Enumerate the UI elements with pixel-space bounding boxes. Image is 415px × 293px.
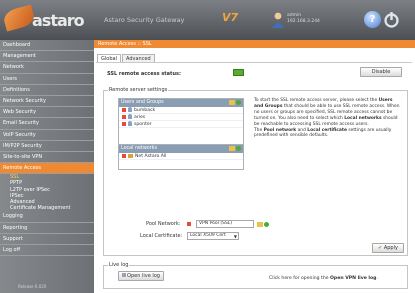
server-settings-legend: Remote server settings	[108, 87, 169, 93]
remove-icon[interactable]	[122, 153, 126, 158]
network-icon	[128, 153, 133, 158]
local-networks-box: Local networks Net Astaro All	[118, 144, 244, 170]
breadcrumb: Remote Access :: SSL	[94, 40, 415, 48]
sidebar-item-users[interactable]: Users	[0, 74, 94, 85]
user-list-item[interactable]: bumback	[119, 107, 243, 114]
sidebar-item-management[interactable]: Management	[0, 51, 94, 63]
sidebar-item-dashboard[interactable]: Dashboard	[0, 40, 94, 52]
sidebar-item-support[interactable]: Support	[0, 234, 94, 246]
check-icon: ✔	[378, 245, 383, 251]
sidebar-item-email-security[interactable]: Email Security	[0, 118, 94, 130]
live-log-legend: Live log	[108, 262, 130, 268]
sidebar-item-remote-access[interactable]: Remote Access	[0, 163, 94, 175]
folder-icon[interactable]	[229, 100, 235, 105]
local-certificate-label: Local Certificate:	[140, 233, 183, 239]
sidebar-item-network[interactable]: Network	[0, 62, 94, 74]
sidebar-item-network-security[interactable]: Network Security	[0, 96, 94, 108]
remove-icon[interactable]	[122, 114, 126, 119]
tab-global[interactable]: Global	[97, 54, 121, 62]
add-icon[interactable]	[236, 146, 241, 151]
entry-label: Net Astaro All	[135, 154, 167, 159]
user-icon[interactable]	[272, 12, 284, 28]
product-name: Astaro Security Gateway	[104, 16, 185, 24]
logout-icon[interactable]	[384, 11, 399, 28]
users-groups-box: Users and Groups bumback aries sponter	[118, 98, 244, 150]
live-log-text: Click here for opening the Open VPN live…	[269, 276, 378, 281]
brand-logo-icon	[1, 4, 37, 32]
tab-advanced[interactable]: Advanced	[122, 54, 155, 62]
remove-icon[interactable]	[122, 121, 126, 126]
sidebar-item-im-p2p-security[interactable]: IM/P2P Security	[0, 141, 94, 152]
remove-icon[interactable]	[187, 222, 191, 226]
user-list-item[interactable]: sponter	[119, 121, 243, 128]
chevron-down-icon: ▼	[233, 234, 237, 239]
user-icon	[128, 114, 132, 119]
disable-button[interactable]: Disable	[360, 67, 402, 77]
brand-logo: astaro	[32, 11, 85, 30]
product-version: V7	[222, 11, 239, 24]
help-icon[interactable]: ?	[364, 11, 381, 28]
add-icon[interactable]	[264, 222, 269, 227]
log-icon	[122, 273, 127, 277]
local-networks-title: Local networks	[121, 146, 157, 151]
local-certificate-select[interactable]: Local X509 Cert ▼	[187, 232, 239, 240]
folder-icon[interactable]	[257, 222, 263, 227]
pool-network-label: Pool Network:	[146, 221, 181, 227]
pool-network-field[interactable]: VPN Pool (SSL)	[196, 220, 254, 228]
user-icon	[128, 107, 132, 112]
entry-label: aries	[134, 115, 146, 120]
top-bar: astaro Astaro Security Gateway V7 admin …	[0, 0, 415, 40]
entry-label: bumback	[134, 108, 156, 113]
user-list-item[interactable]: aries	[119, 114, 243, 121]
open-live-log-label: Open live log	[127, 273, 160, 279]
open-live-log-button[interactable]: Open live log	[118, 271, 164, 281]
user-icon	[128, 121, 132, 126]
sidebar-item-site-to-site-vpn[interactable]: Site-to-site VPN	[0, 152, 94, 164]
sidebar-item-definitions[interactable]: Definitions	[0, 85, 94, 96]
help-text: To start the SSL remote access server, p…	[254, 98, 400, 139]
user-name: admin	[287, 13, 302, 18]
entry-label: sponter	[134, 122, 152, 127]
apply-button[interactable]: ✔ Apply	[372, 243, 404, 253]
remove-icon[interactable]	[122, 107, 126, 112]
sidebar-item-logging[interactable]: Logging	[0, 211, 94, 223]
folder-icon[interactable]	[229, 146, 235, 151]
sidebar-item-voip-security[interactable]: VoIP Security	[0, 130, 94, 141]
pool-network-value: VPN Pool (SSL)	[199, 221, 233, 226]
status-toggle-icon[interactable]	[233, 69, 244, 76]
network-list-item[interactable]: Net Astaro All	[119, 153, 243, 160]
users-groups-header: Users and Groups	[119, 99, 243, 107]
release-label: Release 6.020	[18, 284, 47, 289]
sidebar-item-web-security[interactable]: Web Security	[0, 107, 94, 119]
user-host: 192.168.3.244	[287, 19, 320, 24]
sidebar-item-reporting[interactable]: Reporting	[0, 223, 94, 234]
apply-button-label: Apply	[383, 245, 398, 251]
sidebar-item-log-off[interactable]: Log off	[0, 245, 94, 257]
users-groups-title: Users and Groups	[121, 100, 164, 105]
local-networks-header: Local networks	[119, 145, 243, 153]
ssl-status-label: SSL remote access status:	[107, 71, 181, 77]
sidebar-nav: Dashboard Management Network Users Definitio…	[0, 40, 94, 293]
local-certificate-value: Local X509 Cert	[190, 233, 226, 238]
add-icon[interactable]	[236, 100, 241, 105]
tab-divider	[96, 62, 412, 63]
